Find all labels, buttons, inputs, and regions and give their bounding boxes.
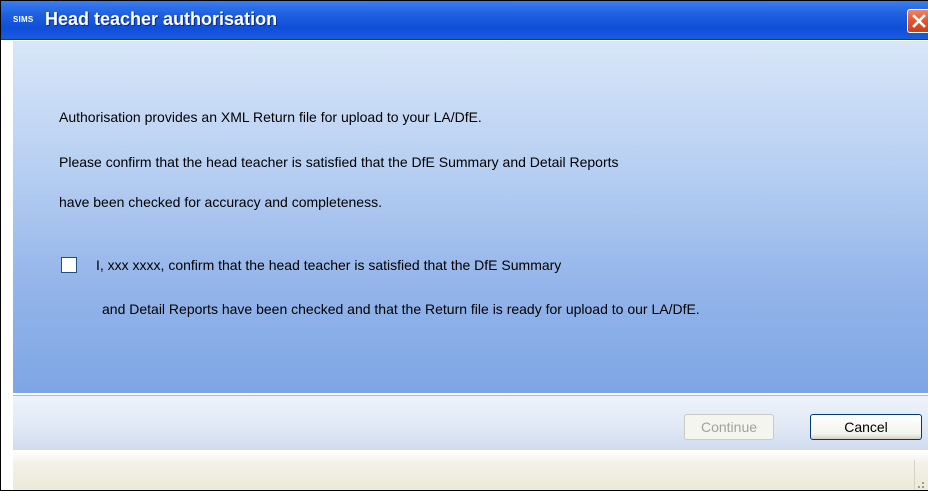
window-title: Head teacher authorisation: [45, 9, 278, 29]
status-bar: [13, 450, 928, 490]
resize-grip-icon[interactable]: [914, 460, 927, 490]
title-bar[interactable]: SIMS Head teacher authorisation: [1, 1, 928, 40]
continue-button[interactable]: Continue: [684, 414, 774, 440]
intro-text: Authorisation provides an XML Return fil…: [59, 109, 482, 125]
dialog-window: SIMS Head teacher authorisation Authoris…: [0, 0, 928, 491]
button-bar: Continue Cancel: [13, 395, 928, 450]
content-panel: Authorisation provides an XML Return fil…: [13, 41, 928, 393]
confirm-checkbox[interactable]: [61, 257, 77, 273]
sims-app-icon: SIMS: [13, 15, 34, 24]
cancel-button[interactable]: Cancel: [810, 414, 922, 440]
confirm-checkbox-label-line2[interactable]: and Detail Reports have been checked and…: [102, 301, 700, 317]
close-button[interactable]: [907, 9, 928, 33]
confirm-checkbox-label-line1[interactable]: I, xxx xxxx, confirm that the head teach…: [96, 257, 561, 273]
confirm-instructions-line2: have been checked for accuracy and compl…: [59, 194, 382, 210]
close-icon: [912, 14, 926, 28]
confirm-instructions-line1: Please confirm that the head teacher is …: [59, 154, 619, 170]
